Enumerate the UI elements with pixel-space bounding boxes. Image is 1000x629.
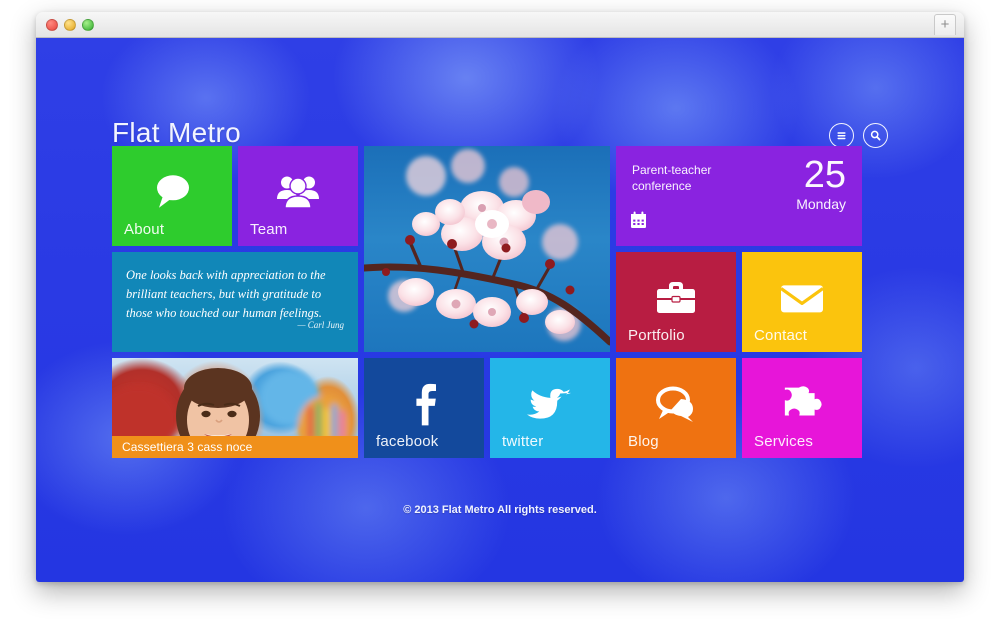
tile-team[interactable]: Team: [238, 146, 358, 246]
speech-bubble-icon: [112, 171, 232, 213]
search-icon[interactable]: [863, 123, 888, 148]
quote-author: — Carl Jung: [297, 320, 344, 330]
browser-titlebar: +: [36, 12, 964, 38]
twitter-bird-icon: [490, 384, 610, 424]
footer-copyright: © 2013 Flat Metro All rights reserved.: [403, 504, 597, 516]
tile-portfolio[interactable]: Portfolio: [616, 252, 736, 352]
tile-contact-label: Contact: [754, 327, 808, 344]
tile-calendar[interactable]: Parent-teacher conference 25 Monday: [616, 146, 862, 246]
chat-bubbles-icon: [616, 384, 736, 424]
header-icon-group: [829, 123, 888, 148]
page-viewport: Flat Metro About Team One looks back wit…: [36, 38, 964, 582]
tile-photo-kids[interactable]: Cassettiera 3 cass noce: [112, 358, 358, 458]
quote-text: One looks back with appreciation to the …: [126, 268, 326, 320]
tile-about-label: About: [124, 221, 165, 238]
tile-portfolio-label: Portfolio: [628, 327, 685, 344]
zoom-window-button[interactable]: [82, 19, 94, 31]
traffic-lights: [46, 19, 94, 31]
tile-twitter-label: twitter: [502, 433, 544, 450]
cherry-blossom-photo: [364, 146, 610, 352]
tile-twitter[interactable]: twitter: [490, 358, 610, 458]
new-tab-button[interactable]: +: [934, 14, 956, 35]
tile-services[interactable]: Services: [742, 358, 862, 458]
calendar-weekday: Monday: [796, 196, 846, 212]
tile-quote[interactable]: One looks back with appreciation to the …: [112, 252, 358, 352]
close-window-button[interactable]: [46, 19, 58, 31]
briefcase-icon: [616, 278, 736, 318]
calendar-event-title: Parent-teacher conference: [632, 163, 712, 194]
calendar-icon: [630, 211, 647, 234]
tile-contact[interactable]: Contact: [742, 252, 862, 352]
envelope-icon: [742, 280, 862, 316]
facebook-icon: [364, 380, 484, 426]
minimize-window-button[interactable]: [64, 19, 76, 31]
tile-photo-blossom[interactable]: [364, 146, 610, 352]
browser-window: + Flat Metro About Team One looks back w…: [36, 12, 964, 582]
photo-caption: Cassettiera 3 cass noce: [112, 436, 358, 458]
tile-services-label: Services: [754, 433, 814, 450]
tile-grid: About Team One looks back with appreciat…: [112, 146, 888, 486]
tile-blog[interactable]: Blog: [616, 358, 736, 458]
tile-facebook[interactable]: facebook: [364, 358, 484, 458]
tile-team-label: Team: [250, 221, 288, 238]
tile-facebook-label: facebook: [376, 433, 439, 450]
tile-about[interactable]: About: [112, 146, 232, 246]
group-people-icon: [238, 172, 358, 212]
tile-blog-label: Blog: [628, 433, 659, 450]
puzzle-piece-icon: [742, 383, 862, 425]
calendar-day-number: 25: [803, 154, 846, 196]
menu-icon[interactable]: [829, 123, 854, 148]
